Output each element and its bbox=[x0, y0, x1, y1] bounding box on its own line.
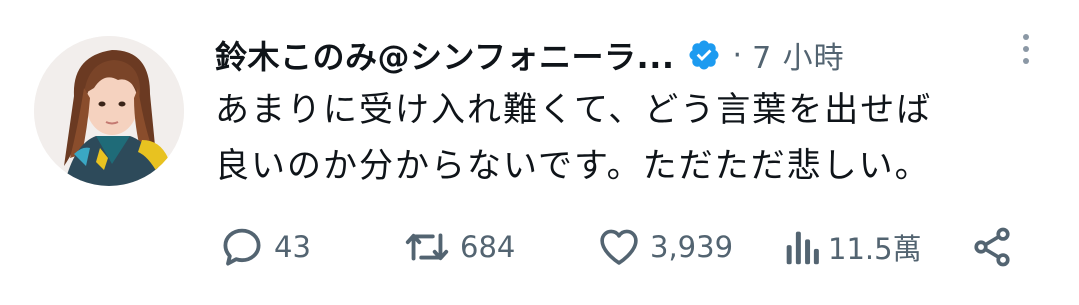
separator-dot: · bbox=[732, 37, 743, 73]
reply-count: 43 bbox=[274, 230, 311, 264]
tweet-header: 鈴木このみ@シンフォニーラ... · 7 小時 bbox=[215, 30, 845, 80]
share-icon bbox=[970, 225, 1014, 269]
tweet-card[interactable]: 鈴木このみ@シンフォニーラ... · 7 小時 あまりに受け入れ難くて、どう言葉… bbox=[0, 0, 1079, 305]
tweet-timestamp[interactable]: 7 小時 bbox=[752, 33, 845, 77]
bar-chart-icon bbox=[784, 224, 820, 270]
verified-badge-icon bbox=[687, 38, 721, 72]
heart-icon bbox=[596, 224, 642, 270]
retweet-icon bbox=[402, 223, 452, 271]
more-vertical-icon[interactable] bbox=[1014, 34, 1038, 74]
avatar[interactable] bbox=[34, 36, 184, 186]
reply-icon bbox=[218, 223, 266, 271]
tweet-text-line: 良いのか分からないです。ただただ悲しい。 bbox=[215, 146, 931, 186]
retweet-button[interactable]: 684 bbox=[402, 222, 515, 272]
view-count: 11.5萬 bbox=[828, 232, 922, 266]
tweet-text-line: あまりに受け入れ難くて、どう言葉を出せば bbox=[215, 90, 933, 130]
retweet-count: 684 bbox=[460, 230, 516, 264]
share-button[interactable] bbox=[970, 222, 1014, 272]
like-count: 3,939 bbox=[650, 230, 734, 264]
action-bar: 43 684 3,939 11.5萬 bbox=[218, 222, 1018, 272]
reply-button[interactable]: 43 bbox=[218, 222, 311, 272]
author-name[interactable]: 鈴木このみ@シンフォニーラ... bbox=[215, 32, 675, 78]
views-button[interactable]: 11.5萬 bbox=[784, 222, 922, 272]
tweet-text: あまりに受け入れ難くて、どう言葉を出せば 良いのか分からないです。ただただ悲しい… bbox=[215, 82, 1035, 194]
like-button[interactable]: 3,939 bbox=[596, 222, 733, 272]
